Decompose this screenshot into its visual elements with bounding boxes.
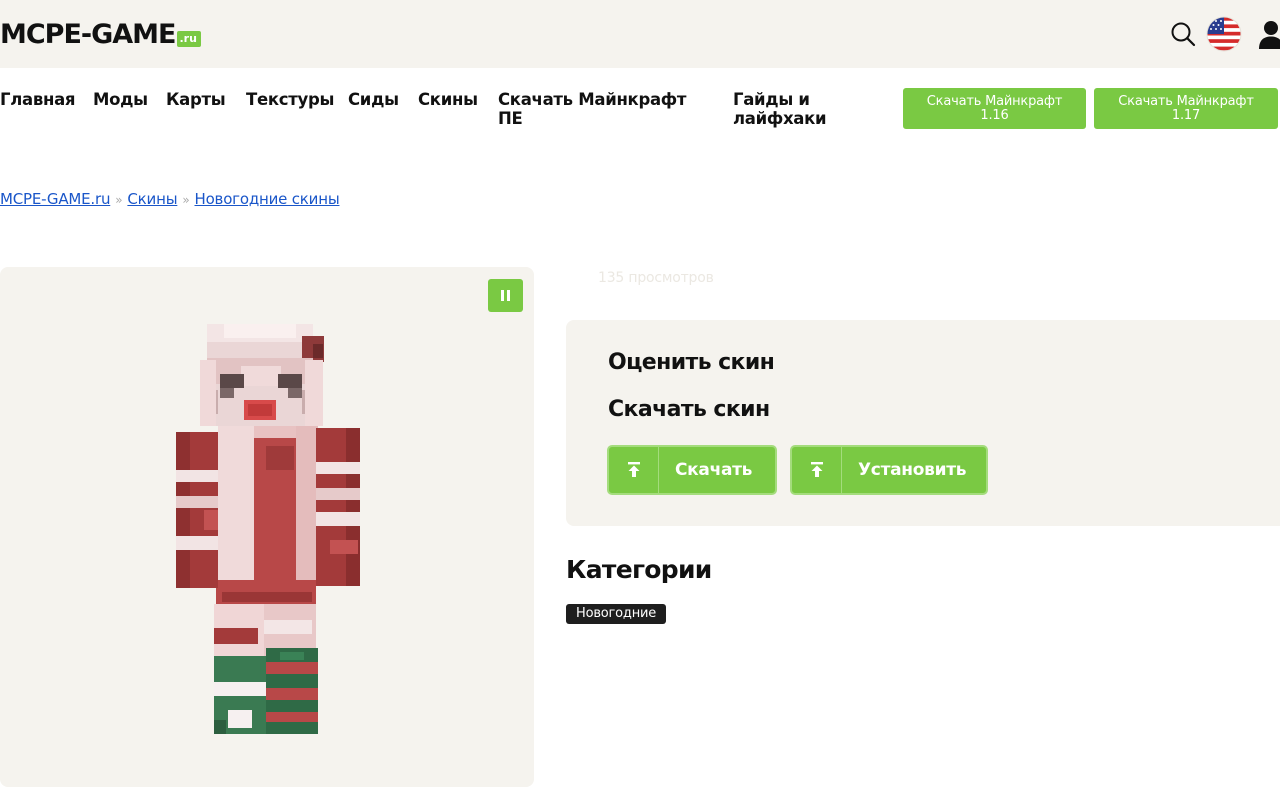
nav-item-download-pe-line2: ПЕ: [498, 109, 523, 128]
site-header: MCPE-GAME .ru: [0, 0, 1280, 68]
nav-item-home[interactable]: Главная: [0, 90, 76, 109]
breadcrumb-skins[interactable]: Скины: [127, 190, 177, 208]
install-icon: [792, 447, 842, 493]
search-icon[interactable]: [1168, 19, 1198, 49]
rate-skin-heading: Оценить скин: [608, 350, 775, 375]
logo-tld-badge: .ru: [176, 31, 201, 47]
nav-item-guides[interactable]: Гайды и лайфхаки: [733, 90, 827, 128]
breadcrumb-home[interactable]: MCPE-GAME.ru: [0, 190, 110, 208]
nav-item-guides-line1: Гайды и: [733, 90, 810, 109]
nav-item-textures[interactable]: Текстуры: [246, 90, 334, 109]
pause-animation-button[interactable]: [488, 279, 523, 312]
nav-item-maps[interactable]: Карты: [166, 90, 226, 109]
install-button[interactable]: Установить: [790, 445, 988, 495]
download-minecraft-116-button[interactable]: Скачать Майнкрафт 1.16: [903, 88, 1086, 129]
download-116-line1: Скачать Майнкрафт: [926, 93, 1063, 109]
skin-actions-panel: Оценить скин Скачать скин Скачать Устано…: [566, 320, 1280, 526]
download-button-label: Скачать: [675, 460, 753, 480]
nav-item-mods[interactable]: Моды: [93, 90, 148, 109]
download-button[interactable]: Скачать: [607, 445, 777, 495]
breadcrumb-separator: »: [182, 193, 190, 207]
breadcrumb-new-year-skins[interactable]: Новогодние скины: [195, 190, 340, 208]
nav-item-seeds[interactable]: Сиды: [348, 90, 399, 109]
download-116-line2: 1.16: [980, 107, 1009, 123]
download-icon: [609, 447, 659, 493]
pause-icon: [507, 290, 510, 301]
install-button-label: Установить: [858, 460, 967, 480]
download-skin-heading: Скачать скин: [608, 397, 770, 422]
skin-model-image: [176, 324, 360, 734]
view-count: 135 просмотров: [598, 270, 714, 286]
pause-icon: [501, 290, 504, 301]
category-tag-new-year[interactable]: Новогодние: [566, 604, 667, 624]
main-nav: Главная Моды Карты Текстуры Сиды Скины С…: [0, 68, 1280, 148]
breadcrumb: MCPE-GAME.ru » Скины » Новогодние скины: [0, 188, 340, 211]
categories-heading: Категории: [566, 555, 712, 584]
download-117-line1: Скачать Майнкрафт: [1118, 93, 1254, 109]
download-minecraft-117-button[interactable]: Скачать Майнкрафт 1.17: [1094, 88, 1278, 129]
breadcrumb-separator: »: [115, 193, 123, 207]
header-actions: [1168, 16, 1280, 52]
nav-item-skins[interactable]: Скины: [418, 90, 478, 109]
logo-text: MCPE-GAME: [0, 19, 176, 50]
nav-item-download-pe-line1: Скачать Майнкрафт: [498, 90, 687, 109]
download-117-line2: 1.17: [1171, 107, 1201, 123]
nav-item-guides-line2: лайфхаки: [733, 109, 827, 128]
nav-item-download-pe[interactable]: Скачать Майнкрафт ПЕ: [498, 90, 686, 128]
site-logo[interactable]: MCPE-GAME .ru: [0, 18, 201, 52]
skin-preview-panel[interactable]: [0, 267, 534, 787]
us-flag-icon[interactable]: [1206, 16, 1242, 52]
user-icon[interactable]: [1258, 19, 1280, 49]
